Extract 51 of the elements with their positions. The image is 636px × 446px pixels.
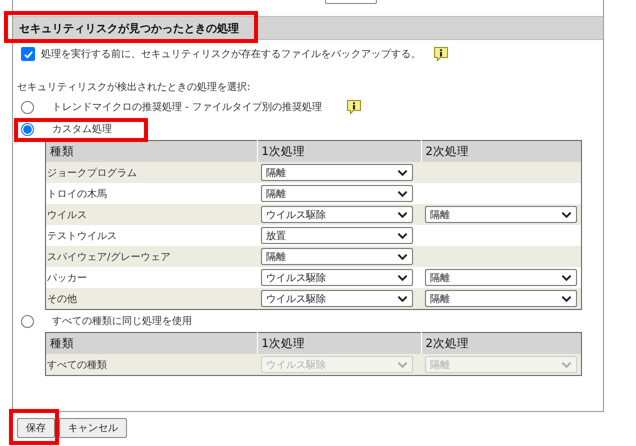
dropdown[interactable]: 放置 bbox=[261, 227, 413, 244]
info-icon[interactable] bbox=[346, 99, 362, 115]
cancel-button[interactable]: キャンセル bbox=[59, 418, 127, 438]
dropdown[interactable]: 隔離 bbox=[261, 164, 413, 181]
column-header: 2次処理 bbox=[421, 140, 582, 162]
caret-icon bbox=[397, 360, 408, 368]
table-cell: ウイルス bbox=[46, 204, 257, 225]
option-label: すべての種類に同じ処理を使用 bbox=[52, 314, 192, 328]
table-cell: テストウイルス bbox=[46, 225, 257, 246]
column-header: 種類 bbox=[46, 140, 257, 162]
radio-button[interactable] bbox=[21, 100, 34, 114]
caret-icon bbox=[561, 360, 572, 368]
table-cell: トロイの木馬 bbox=[46, 183, 257, 204]
column-header: 1次処理 bbox=[257, 332, 421, 354]
caret-icon bbox=[561, 210, 572, 218]
radio-button[interactable] bbox=[21, 122, 34, 136]
save-button[interactable]: 保存 bbox=[17, 418, 55, 438]
prompt-text: セキュリティリスクが検出されたときの処理を選択: bbox=[16, 80, 252, 95]
dropdown[interactable]: ウイルス駆除 bbox=[261, 290, 413, 307]
checkbox[interactable] bbox=[21, 47, 35, 61]
option-label: カスタム処理 bbox=[52, 123, 112, 136]
table-cell: ジョークプログラム bbox=[46, 162, 257, 183]
table-cell: その他 bbox=[46, 288, 257, 310]
column-header: 種類 bbox=[46, 332, 257, 354]
section-title: セキュリティリスクが見つかったときの処理 bbox=[18, 20, 239, 36]
caret-icon bbox=[397, 168, 408, 176]
backup-label: 処理を実行する前に、セキュリティリスクが存在するファイルをバックアップする。 bbox=[41, 48, 421, 61]
caret-icon bbox=[561, 274, 572, 282]
caret-icon bbox=[397, 294, 408, 302]
info-icon[interactable] bbox=[433, 46, 449, 62]
table-cell: すべての種類 bbox=[46, 354, 257, 376]
caret-icon bbox=[561, 294, 572, 302]
table-cell: スパイウェア/グレーウェア bbox=[46, 246, 257, 267]
dropdown[interactable]: ウイルス駆除 bbox=[261, 206, 413, 223]
caret-icon bbox=[397, 232, 408, 240]
caret-icon bbox=[397, 210, 408, 218]
table-cell: パッカー bbox=[46, 267, 257, 288]
radio-button[interactable] bbox=[21, 314, 34, 328]
dropdown[interactable]: 隔離 bbox=[425, 206, 577, 223]
column-header: 2次処理 bbox=[421, 332, 582, 354]
dropdown[interactable]: ウイルス駆除 bbox=[261, 269, 413, 286]
column-header: 1次処理 bbox=[257, 140, 421, 162]
option-label: トレンドマイクロの推奨処理 - ファイルタイプ別の推奨処理 bbox=[52, 100, 322, 114]
dropdown[interactable]: 隔離 bbox=[261, 248, 413, 265]
caret-icon bbox=[397, 252, 408, 260]
dropdown[interactable]: 隔離 bbox=[425, 269, 577, 286]
dropdown[interactable]: 隔離 bbox=[261, 185, 413, 202]
caret-icon bbox=[397, 274, 408, 282]
partial-button[interactable] bbox=[325, 0, 377, 4]
caret-icon bbox=[397, 190, 408, 198]
dropdown[interactable]: 隔離 bbox=[425, 290, 577, 307]
